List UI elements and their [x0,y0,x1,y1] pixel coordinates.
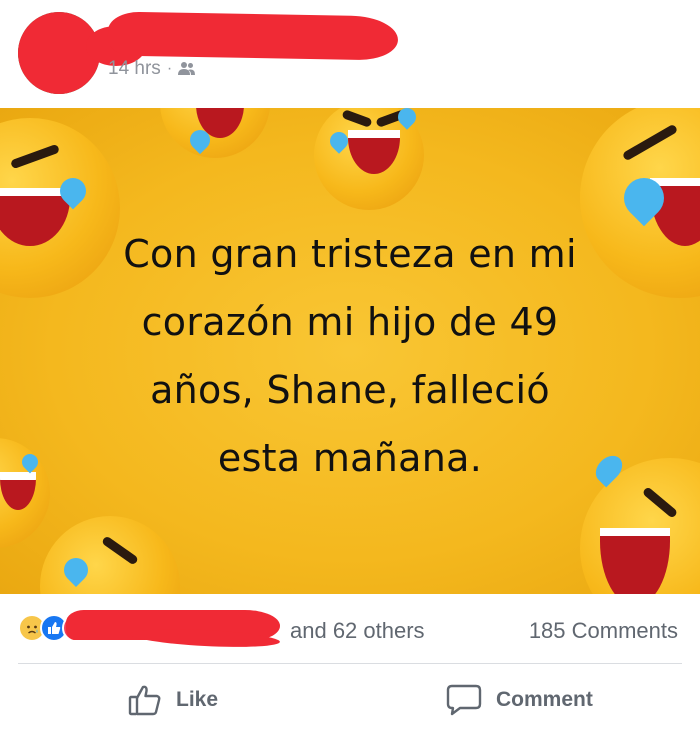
post-image-text: Con gran tristeza en mi corazón mi hijo … [50,220,650,492]
friends-icon [178,61,196,77]
post-meta: 14 hrs · [108,58,196,80]
laughing-emoji-decoration [160,108,270,158]
like-button[interactable]: Like [128,684,218,716]
post-text-line: corazón mi hijo de 49 [141,300,559,344]
post-text-line: Con gran tristeza en mi [123,232,577,276]
author-name-redaction [107,11,399,61]
post-header: 14 hrs · [0,0,700,108]
comment-bubble-icon [446,684,482,716]
reaction-others-link[interactable]: and 62 others [290,618,425,644]
post-text-line: esta mañana. [217,436,483,480]
laughing-emoji-decoration [314,108,424,210]
post-actions: Like Comment [0,664,700,733]
comment-label: Comment [496,688,593,711]
post-image[interactable]: Con gran tristeza en mi corazón mi hijo … [0,108,700,594]
post-time[interactable]: 14 hrs [108,58,161,80]
post-text-line: años, Shane, falleció [150,368,550,412]
comment-button[interactable]: Comment [446,684,593,716]
laughing-emoji-decoration [40,516,180,594]
like-label: Like [176,688,219,711]
laughing-emoji-decoration [0,438,50,548]
thumbs-up-icon [128,684,162,716]
reactions-summary: and 62 others 185 Comments [0,594,700,666]
comments-count-link[interactable]: 185 Comments [529,618,678,644]
meta-separator: · [166,60,173,77]
